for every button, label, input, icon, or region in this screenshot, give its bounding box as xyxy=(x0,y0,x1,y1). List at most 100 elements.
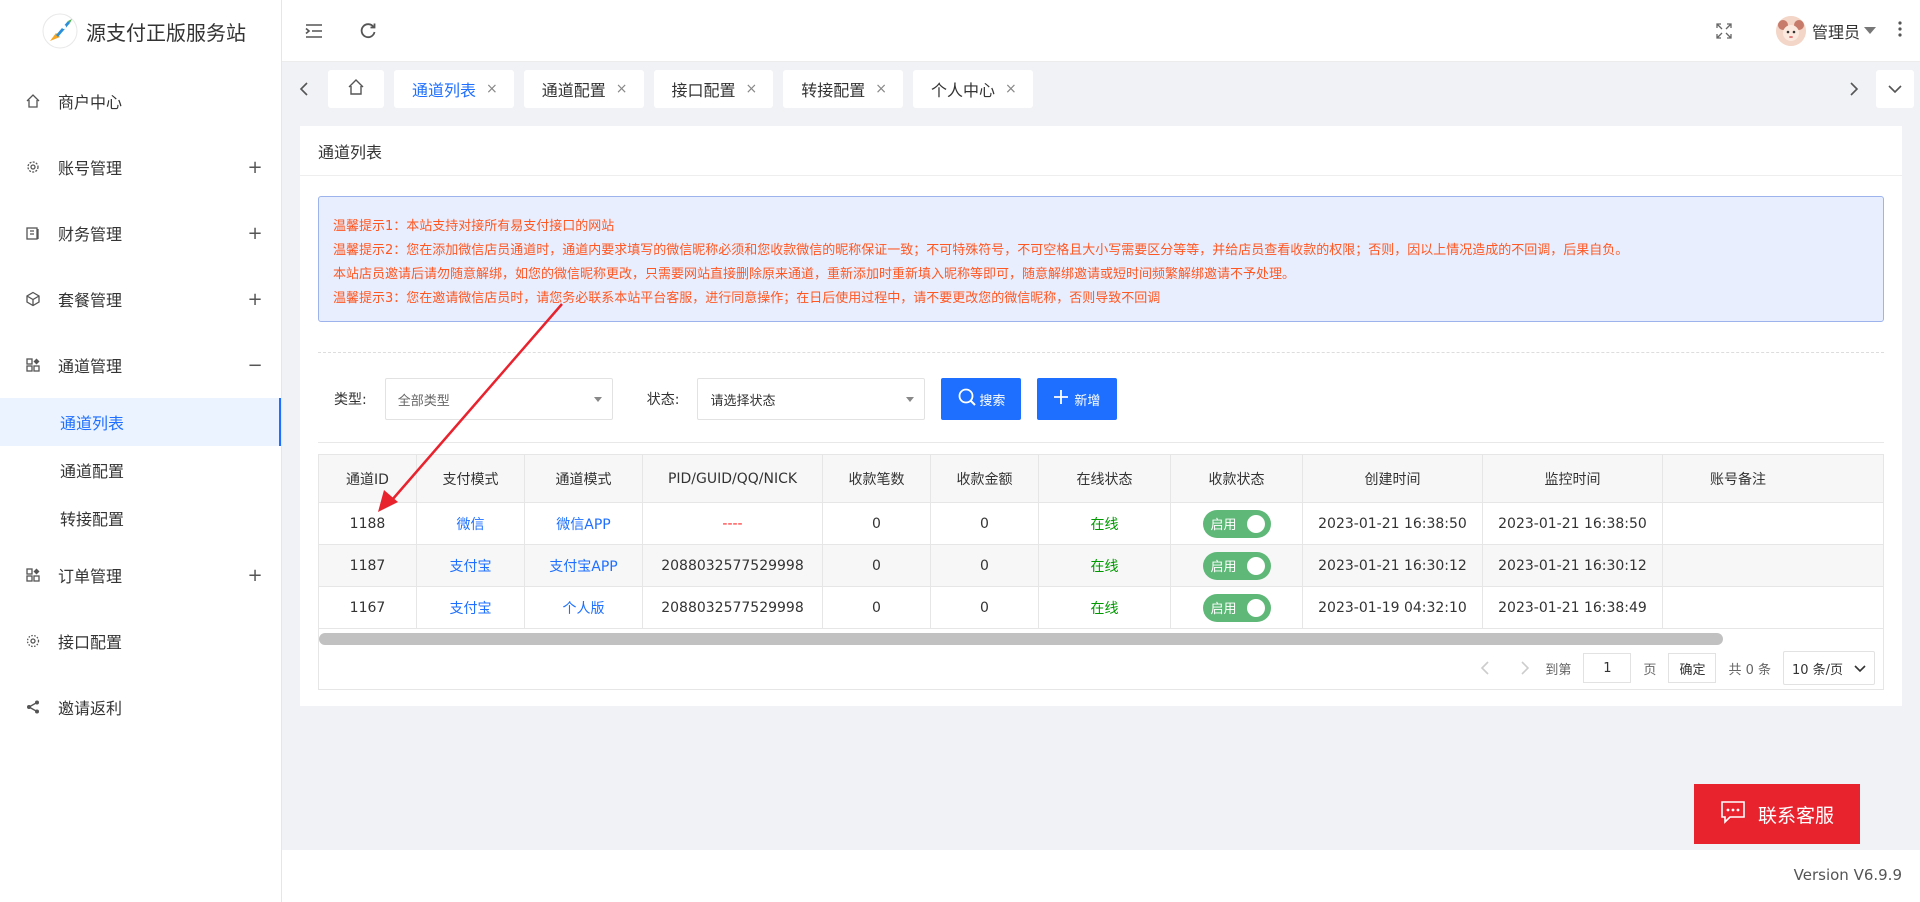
table-row[interactable]: 1188 微信 微信APP ---- 0 0 在线 启用 2023-01-21 … xyxy=(319,503,1883,545)
tab-channel-list[interactable]: 通道列表 × xyxy=(394,70,514,108)
column-header[interactable]: 监控时间 xyxy=(1483,455,1663,502)
cell-online-status: 在线 xyxy=(1039,503,1171,544)
more-vertical-icon[interactable] xyxy=(1898,21,1902,41)
ledger-icon xyxy=(24,224,42,242)
column-header[interactable]: 创建时间 xyxy=(1303,455,1483,502)
table-row[interactable]: 1187 支付宝 支付宝APP 2088032577529998 0 0 在线 … xyxy=(319,545,1883,587)
cell-id: 1167 xyxy=(319,587,417,628)
close-icon[interactable]: × xyxy=(1005,81,1017,97)
refresh-icon[interactable] xyxy=(356,19,380,43)
prev-page-icon[interactable] xyxy=(1473,656,1497,680)
column-header[interactable]: 收款金额 xyxy=(931,455,1039,502)
fullscreen-icon[interactable] xyxy=(1712,19,1736,43)
logo[interactable]: 源支付正版服务站 xyxy=(0,0,281,62)
tabs-scroll-left-icon[interactable] xyxy=(290,70,318,108)
close-icon[interactable]: × xyxy=(616,81,628,97)
home-icon xyxy=(347,78,365,100)
sidebar-subitem-channel-list[interactable]: 通道列表 xyxy=(0,398,281,446)
goto-label: 到第 xyxy=(1545,662,1572,678)
expand-icon: + xyxy=(247,156,263,178)
close-icon[interactable]: × xyxy=(746,81,758,97)
close-icon[interactable]: × xyxy=(875,81,887,97)
sidebar-subitem-transfer-config[interactable]: 转接配置 xyxy=(0,494,281,542)
notice-line: 温馨提示3：您在邀请微信店员时，请您务必联系本站平台客服，进行同意操作；在日后使… xyxy=(333,291,1161,306)
cell-id: 1187 xyxy=(319,545,417,586)
column-header[interactable]: 账号备注 xyxy=(1663,455,1813,502)
expand-icon: + xyxy=(247,564,263,586)
sidebar-item-label: 接口配置 xyxy=(58,633,123,652)
search-button[interactable]: 搜索 xyxy=(941,378,1022,420)
add-button[interactable]: 新增 xyxy=(1037,378,1118,420)
caret-down-icon xyxy=(906,397,915,402)
collect-toggle[interactable]: 启用 xyxy=(1202,509,1271,538)
notice-line: 温馨提示2：您在添加微信店员通道时，通道内要求填写的微信昵称必须和您收款微信的昵… xyxy=(333,243,1629,258)
tabs-scroll-right-icon[interactable] xyxy=(1840,70,1868,108)
sidebar-item-label: 商户中心 xyxy=(58,93,123,112)
sidebar-item-channel[interactable]: 通道管理 − xyxy=(0,332,281,398)
column-header[interactable]: 收款笔数 xyxy=(823,455,931,502)
collect-toggle[interactable]: 启用 xyxy=(1202,593,1271,622)
sidebar-subitem-channel-config[interactable]: 通道配置 xyxy=(0,446,281,494)
sidebar-item-label: 套餐管理 xyxy=(58,291,123,310)
footer: Version V6.9.9 xyxy=(282,850,1920,902)
page-size-select[interactable]: 10 条/页 xyxy=(1783,651,1875,685)
expand-icon: + xyxy=(247,288,263,310)
search-button-label: 搜索 xyxy=(979,393,1006,409)
column-header[interactable]: 在线状态 xyxy=(1039,455,1171,502)
cell-created: 2023-01-19 04:32:10 xyxy=(1303,587,1483,628)
contact-support-button[interactable]: 联系客服 xyxy=(1694,784,1860,844)
sidebar-item-package[interactable]: 套餐管理 + xyxy=(0,266,281,332)
column-header[interactable]: 通道模式 xyxy=(525,455,643,502)
cell-created: 2023-01-21 16:38:50 xyxy=(1303,503,1483,544)
tab-home[interactable] xyxy=(328,70,384,108)
collapse-menu-icon[interactable] xyxy=(302,19,326,43)
tab-channel-config[interactable]: 通道配置 × xyxy=(523,70,644,108)
topbar-right: 管理员 xyxy=(1712,0,1902,62)
column-header[interactable]: 支付模式 xyxy=(417,455,525,502)
collect-toggle[interactable]: 启用 xyxy=(1202,551,1271,580)
toggle-label: 启用 xyxy=(1210,518,1237,533)
sidebar-item-merchant-center[interactable]: 商户中心 xyxy=(0,68,281,134)
sidebar-item-finance[interactable]: 财务管理 + xyxy=(0,200,281,266)
caret-down-icon[interactable] xyxy=(1864,23,1876,39)
user-name[interactable]: 管理员 xyxy=(1812,19,1860,43)
tab-label: 通道列表 xyxy=(412,81,477,100)
cell-pay-mode: 支付宝 xyxy=(417,545,525,586)
type-select-value: 全部类型 xyxy=(397,393,450,409)
status-select[interactable]: 请选择状态 xyxy=(697,378,926,420)
type-label: 类型: xyxy=(334,392,367,408)
cube-icon xyxy=(24,290,42,308)
gear-dashed-icon xyxy=(24,632,42,650)
sidebar-item-invite-rebate[interactable]: 邀请返利 xyxy=(0,674,281,740)
sidebar-item-api-config[interactable]: 接口配置 xyxy=(0,608,281,674)
sidebar: 源支付正版服务站 商户中心 账号管理 + 财务管理 + 套餐管理 + 通道管理 … xyxy=(0,0,282,902)
total-count: 共 0 条 xyxy=(1728,662,1771,678)
sidebar-item-account[interactable]: 账号管理 + xyxy=(0,134,281,200)
sidebar-menu: 商户中心 账号管理 + 财务管理 + 套餐管理 + 通道管理 − 通道列表 通道… xyxy=(0,68,281,740)
rocket-logo-icon xyxy=(42,13,78,49)
close-icon[interactable]: × xyxy=(486,81,498,97)
toggle-knob xyxy=(1246,598,1265,617)
table-row[interactable]: 1167 支付宝 个人版 2088032577529998 0 0 在线 启用 … xyxy=(319,587,1883,629)
column-header[interactable]: PID/GUID/QQ/NICK xyxy=(643,455,823,502)
tab-api-config[interactable]: 接口配置 × xyxy=(653,70,774,108)
page-input[interactable]: 1 xyxy=(1583,653,1632,683)
confirm-page-button[interactable]: 确定 xyxy=(1668,653,1717,683)
column-header[interactable]: 通道ID xyxy=(319,455,417,502)
tab-transfer-config[interactable]: 转接配置 × xyxy=(783,70,903,108)
horizontal-scrollbar[interactable] xyxy=(319,633,1723,645)
sidebar-item-orders[interactable]: 订单管理 + xyxy=(0,542,281,608)
tabs-bar: 通道列表 × 通道配置 × 接口配置 × 转接配置 × 个人中心 × xyxy=(282,62,1920,116)
cell-channel-mode: 个人版 xyxy=(525,587,643,628)
cell-monitored: 2023-01-21 16:30:12 xyxy=(1483,545,1663,586)
channel-table: 通道ID 支付模式 通道模式 PID/GUID/QQ/NICK 收款笔数 收款金… xyxy=(318,454,1884,690)
next-page-icon[interactable] xyxy=(1513,656,1537,680)
avatar[interactable] xyxy=(1775,16,1806,46)
tabs-menu-chevron-down-icon[interactable] xyxy=(1876,70,1914,108)
tab-personal-center[interactable]: 个人中心 × xyxy=(913,70,1033,108)
cell-pay-mode: 支付宝 xyxy=(417,587,525,628)
column-header[interactable]: 收款状态 xyxy=(1171,455,1303,502)
cell-remark xyxy=(1663,503,1813,544)
type-select[interactable]: 全部类型 xyxy=(384,378,613,420)
status-label: 状态: xyxy=(646,392,680,408)
